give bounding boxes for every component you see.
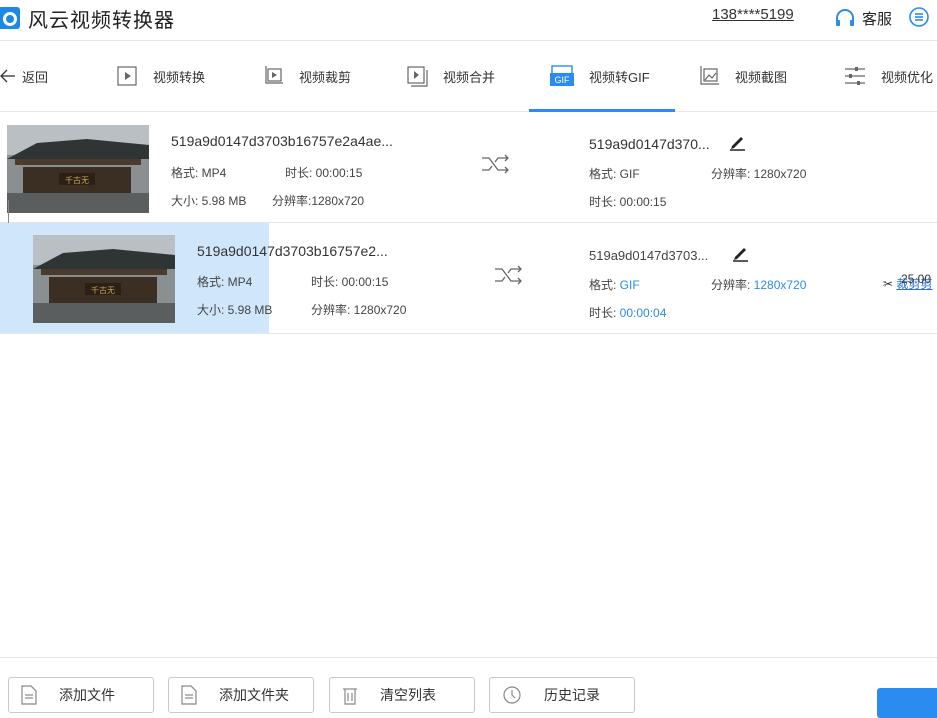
output-format: 格式: GIF (589, 167, 640, 181)
app-title: 风云视频转换器 (28, 10, 175, 32)
screenshot-icon (700, 66, 719, 85)
video-convert-icon (117, 66, 137, 86)
output-duration-value: 00:00:04 (619, 306, 667, 320)
menu-icon[interactable] (908, 6, 930, 28)
file-row-selected[interactable]: 千古无 519a9d0147d3703b16757e2... 格式: MP4 时… (0, 223, 937, 334)
headset-icon[interactable] (833, 7, 857, 31)
output-format: 格式: GIF (589, 276, 640, 293)
shuffle-icon (482, 154, 509, 174)
video-merge-icon (407, 66, 428, 87)
tab-label: 视频裁剪 (299, 69, 352, 85)
function-tabs: 返回 视频转换 视频裁剪 视频合并 GIF 视频转GIF 视频截图 视频优化 (0, 41, 937, 112)
add-file-button[interactable]: 添加文件 (8, 677, 154, 713)
source-duration: 时长: 00:00:15 (285, 166, 363, 180)
tab-video-merge[interactable]: 视频合并 (405, 41, 495, 111)
add-folder-button[interactable]: 添加文件夹 (168, 677, 314, 713)
output-file-name: 519a9d0147d3703... (589, 248, 709, 263)
support-label[interactable]: 客服 (862, 8, 892, 29)
video-thumbnail: 千古无 (33, 235, 175, 323)
file-icon (21, 685, 37, 705)
output-resolution-label: 分辨率: (711, 167, 754, 181)
clear-list-button[interactable]: 清空列表 (329, 677, 475, 713)
account-phone-link[interactable]: 138****5199 (712, 6, 794, 23)
add-file-label: 添加文件 (59, 687, 115, 703)
tab-video-convert[interactable]: 视频转换 (115, 41, 205, 111)
output-duration-label: 时长: (589, 306, 620, 320)
back-label: 返回 (22, 69, 49, 85)
gif-icon: GIF (550, 65, 574, 86)
clear-list-label: 清空列表 (380, 687, 436, 703)
trash-icon (343, 688, 357, 705)
output-resolution-label: 分辨率: (711, 278, 754, 292)
history-label: 历史记录 (544, 687, 600, 703)
output-duration-value: 00:00:15 (619, 195, 667, 209)
sliders-icon (845, 67, 865, 85)
svg-text:千古无: 千古无 (65, 175, 89, 185)
svg-text:千古无: 千古无 (91, 285, 115, 295)
output-resolution: 分辨率: 1280x720 (711, 165, 806, 182)
video-crop-icon (265, 66, 283, 84)
output-file-name: 519a9d0147d370... (589, 136, 710, 152)
title-bar: 风云视频转换器 138****5199 客服 (0, 0, 937, 41)
tab-video-to-gif[interactable]: GIF 视频转GIF (549, 41, 650, 111)
tab-label: 视频转GIF (589, 69, 650, 85)
pencil-icon[interactable] (731, 244, 749, 262)
source-duration: 时长: 00:00:15 (311, 275, 389, 289)
svg-text:GIF: GIF (555, 75, 571, 85)
tab-label: 视频转换 (153, 69, 206, 85)
start-button[interactable] (877, 688, 937, 718)
clock-icon (503, 686, 521, 704)
output-duration-label: 时长: (589, 195, 620, 209)
output-resolution-value: 1280x720 (753, 278, 807, 292)
source-resolution: 分辨率:1280x720 (272, 194, 365, 208)
tab-video-optimize[interactable]: 视频优化 (843, 41, 933, 111)
source-file-name: 519a9d0147d3703b16757e2a4ae... (171, 133, 393, 149)
tab-video-screenshot[interactable]: 视频截图 (697, 41, 787, 111)
source-format: 格式: MP4 (171, 166, 227, 180)
back-button[interactable]: 返回 (0, 41, 48, 111)
source-size: 大小: 5.98 MB (171, 194, 247, 208)
video-thumbnail: 千古无 (7, 125, 149, 213)
output-format-value: GIF (619, 278, 640, 292)
output-duration: 时长: 00:00:15 (589, 193, 666, 210)
tab-label: 视频截图 (735, 69, 788, 85)
app-logo-icon (0, 7, 20, 29)
output-resolution: 分辨率: 1280x720 (711, 276, 806, 293)
footer-divider (0, 657, 937, 658)
tab-label: 视频合并 (443, 69, 496, 85)
tab-label: 视频优化 (881, 69, 934, 85)
shuffle-icon (495, 265, 522, 285)
source-size: 大小: 5.98 MB (197, 303, 273, 317)
output-duration: 时长: 00:00:04 (589, 304, 666, 321)
arrow-left-icon (0, 69, 15, 83)
folder-file-icon (181, 685, 197, 705)
history-button[interactable]: 历史记录 (489, 677, 635, 713)
pencil-icon[interactable] (728, 133, 746, 151)
source-format: 格式: MP4 (197, 275, 253, 289)
output-resolution-value: 1280x720 (753, 167, 807, 181)
output-format-label: 格式: (589, 278, 620, 292)
file-row[interactable]: 千古无 519a9d0147d3703b16757e2a4ae... 格式: M… (0, 112, 937, 291)
row-extra-value: 25.00 (901, 272, 932, 286)
add-folder-label: 添加文件夹 (219, 687, 289, 703)
tab-video-crop[interactable]: 视频裁剪 (261, 41, 351, 111)
source-file-name: 519a9d0147d3703b16757e2... (197, 243, 388, 259)
source-resolution: 分辨率: 1280x720 (311, 303, 407, 317)
